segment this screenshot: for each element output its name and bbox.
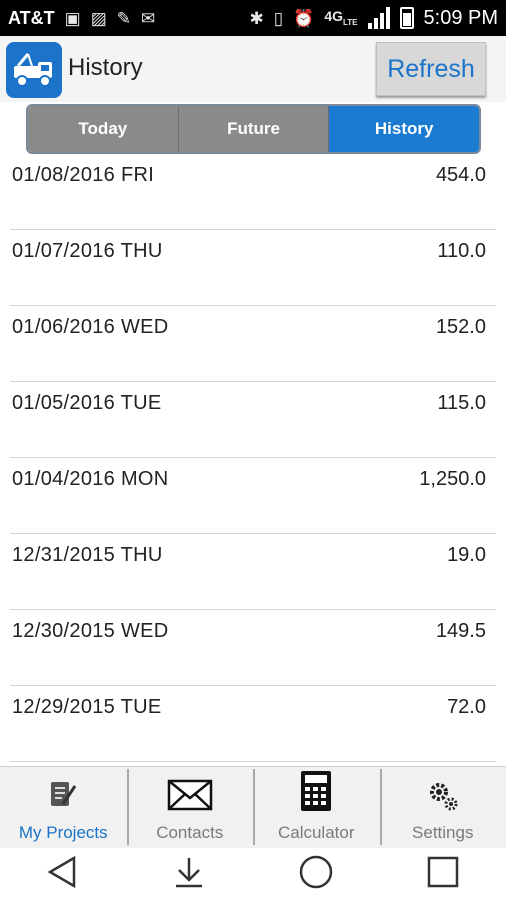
notification-pulldown-icon[interactable]	[172, 855, 206, 894]
alarm-icon: ⏰	[293, 8, 315, 28]
nav-label: My Projects	[18, 823, 108, 842]
nav-label: Settings	[412, 823, 474, 842]
recent-apps-icon[interactable]	[426, 855, 460, 894]
refresh-button[interactable]: Refresh	[376, 42, 486, 96]
network-type-icon: 4GLTE	[324, 9, 357, 27]
entry-date: 01/08/2016 FRI	[12, 164, 155, 186]
entry-amount: 152.0	[435, 316, 486, 338]
list-item[interactable]: 01/08/2016 FRI 454.0	[10, 154, 496, 230]
clock: 5:09 PM	[423, 6, 498, 29]
page-title: History	[68, 54, 143, 81]
entry-date: 01/06/2016 WED	[12, 316, 169, 338]
image-notification-icon: ▨	[90, 8, 107, 28]
tab-future[interactable]: Future	[177, 106, 329, 152]
list-item[interactable]: 01/07/2016 THU 110.0	[10, 230, 496, 306]
entry-amount: 72.0	[447, 696, 486, 718]
list-item[interactable]: 01/04/2016 MON 1,250.0	[10, 458, 496, 534]
list-item[interactable]: 12/30/2015 WED 149.5	[10, 610, 496, 686]
home-icon[interactable]	[298, 854, 334, 895]
status-bar: AT&T ▣ ▨ ✎ ✉ ✱ ▯ ⏰ 4GLTE 5:09 PM	[0, 0, 506, 36]
nav-calculator[interactable]: Calculator	[253, 767, 380, 849]
app-notification-icon: ✎	[116, 8, 132, 28]
tab-history[interactable]: History	[328, 106, 479, 152]
entry-amount: 115.0	[437, 392, 486, 414]
entry-date: 01/07/2016 THU	[12, 240, 163, 262]
entry-date: 01/05/2016 TUE	[12, 392, 162, 414]
list-item[interactable]: 12/31/2015 THU 19.0	[10, 534, 496, 610]
date-filter-tabs: Today Future History	[26, 104, 481, 154]
envelope-icon	[167, 778, 213, 817]
calculator-icon	[299, 770, 333, 817]
notepad-pen-icon	[47, 778, 79, 817]
vibrate-icon: ▯	[273, 8, 284, 28]
bottom-nav: My Projects Contacts Calculator Settings	[0, 766, 506, 849]
entry-date: 12/30/2015 WED	[12, 620, 169, 642]
entry-amount: 19.0	[447, 544, 486, 566]
status-right: ✱ ▯ ⏰ 4GLTE 5:09 PM	[250, 7, 498, 30]
entry-date: 12/29/2015 TUE	[12, 696, 162, 718]
gears-icon	[427, 778, 459, 817]
entry-amount: 454.0	[435, 164, 486, 186]
system-nav-bar	[0, 848, 506, 900]
tow-truck-app-icon[interactable]	[6, 42, 62, 98]
signal-strength-icon	[367, 7, 390, 29]
entry-amount: 110.0	[437, 240, 486, 262]
nav-settings[interactable]: Settings	[379, 767, 506, 849]
list-item[interactable]: 01/06/2016 WED 152.0	[10, 306, 496, 382]
mail-notification-icon: ✉	[141, 8, 156, 28]
network-sub: LTE	[343, 17, 358, 27]
tab-today[interactable]: Today	[28, 106, 178, 152]
entry-date: 01/04/2016 MON	[12, 468, 169, 490]
back-icon[interactable]	[46, 855, 80, 894]
chat-notification-icon: ▣	[64, 8, 81, 28]
list-item[interactable]: 12/29/2015 TUE 72.0	[10, 686, 496, 762]
status-left: AT&T ▣ ▨ ✎ ✉	[8, 8, 155, 29]
app-bar: History Refresh	[0, 36, 506, 102]
entry-amount: 149.5	[435, 620, 486, 642]
carrier-name: AT&T	[8, 7, 55, 28]
entry-amount: 1,250.0	[419, 468, 486, 490]
network-type: 4G	[324, 8, 343, 25]
nav-contacts[interactable]: Contacts	[126, 767, 254, 849]
nav-label: Contacts	[156, 823, 224, 842]
entry-date: 12/31/2015 THU	[12, 544, 163, 566]
battery-icon	[399, 7, 414, 29]
bluetooth-icon: ✱	[249, 8, 264, 28]
nav-label: Calculator	[277, 823, 355, 842]
nav-my-projects[interactable]: My Projects	[0, 767, 127, 849]
history-list: 01/08/2016 FRI 454.0 01/07/2016 THU 110.…	[0, 154, 506, 762]
list-item[interactable]: 01/05/2016 TUE 115.0	[10, 382, 496, 458]
